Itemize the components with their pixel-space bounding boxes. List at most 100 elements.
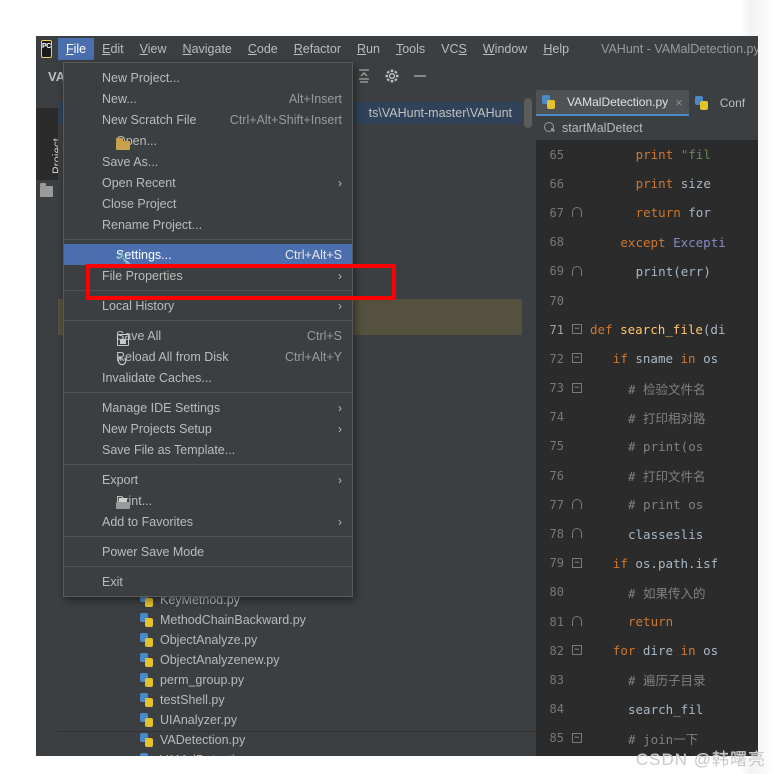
fold-gutter[interactable] [570,578,586,607]
fold-gutter[interactable] [570,169,586,198]
menu-item-print[interactable]: Print... [64,490,352,511]
code-line: 83 # 遍历子目录 [536,665,758,694]
menu-item-close-project[interactable]: Close Project [64,193,352,214]
fold-toggle-icon[interactable]: − [572,382,582,393]
pycharm-logo-icon: PC [41,40,52,58]
fold-gutter[interactable] [570,607,586,636]
menu-separator [64,464,352,465]
fold-gutter[interactable] [570,695,586,724]
fold-toggle-icon[interactable]: − [572,645,582,656]
menu-refactor[interactable]: Refactor [286,38,349,60]
menu-run[interactable]: Run [349,38,388,60]
fold-gutter[interactable] [570,461,586,490]
code-token: search_file [620,322,703,338]
list-item[interactable]: VADetection.py [58,730,536,750]
code-editor[interactable]: 65 print "fil 66 print size 67 return for 68 ex… [536,140,758,756]
menu-item-open[interactable]: Open... [64,130,352,151]
menu-item-manage-ide-settings[interactable]: Manage IDE Settings › [64,397,352,418]
menu-item-export[interactable]: Export › [64,469,352,490]
list-item[interactable]: VAMalDetection.py [58,750,536,756]
fold-gutter[interactable]: − [570,315,586,344]
collapse-all-icon[interactable] [356,68,372,84]
menu-item-new-scratch-file[interactable]: New Scratch File Ctrl+Alt+Shift+Insert [64,109,352,130]
fold-gutter[interactable] [570,519,586,548]
fold-gutter[interactable]: − [570,549,586,578]
code-token: print [635,176,681,192]
menu-item-new-projects-setup[interactable]: New Projects Setup › [64,418,352,439]
menu-item-reload-all-from-disk[interactable]: ↻ Reload All from Disk Ctrl+Alt+Y [64,346,352,368]
line-number: 70 [549,293,564,308]
fold-gutter[interactable]: − [570,636,586,665]
fold-gutter[interactable] [570,228,586,257]
file-name: MethodChainBackward.py [160,613,306,627]
menu-help[interactable]: Help [535,38,577,60]
menu-file[interactable]: File [57,38,95,60]
menu-item-new-project[interactable]: New Project... [64,67,352,88]
window-title: VAHunt - VAMalDetection.py [601,42,758,56]
list-item[interactable]: ObjectAnalyze.py [58,630,536,650]
fold-gutter[interactable]: − [570,344,586,373]
list-item[interactable]: perm_group.py [58,670,536,690]
menu-item-save-as[interactable]: Save As... [64,151,352,172]
code-token: # 遍历子目录 [628,673,706,689]
fold-gutter[interactable] [570,403,586,432]
menu-item-settings[interactable]: 🔧 Settings... Ctrl+Alt+S [64,244,352,267]
fold-gutter[interactable] [570,286,586,315]
menu-item-local-history[interactable]: Local History › [64,295,352,316]
menu-window[interactable]: Window [475,38,535,60]
list-item[interactable]: MethodChainBackward.py [58,610,536,630]
list-item[interactable]: testShell.py [58,690,536,710]
tab-conf[interactable]: Conf [689,90,751,116]
fold-gutter[interactable] [570,665,586,694]
code-token: # 如果传入的 [628,585,706,601]
menu-item-open-recent[interactable]: Open Recent › [64,172,352,193]
list-item[interactable]: ObjectAnalyzenew.py [58,650,536,670]
menu-item-rename-project[interactable]: Rename Project... [64,214,352,235]
menu-item-save-file-as-template[interactable]: Save File as Template... [64,439,352,460]
fold-end-marker[interactable] [572,528,582,539]
minimize-icon[interactable] [412,68,428,84]
menu-item-file-properties[interactable]: File Properties › [64,265,352,286]
fold-gutter[interactable] [570,140,586,169]
structure-folder-icon[interactable] [40,183,53,197]
code-line: 77 # print os [536,490,758,519]
line-number: 69 [549,264,564,279]
fold-gutter[interactable]: − [570,724,586,753]
fold-gutter[interactable] [570,753,586,756]
code-token: except [620,234,674,250]
fold-toggle-icon[interactable]: − [572,353,582,364]
breadcrumb-method[interactable]: startMalDetect [562,121,643,135]
fold-gutter[interactable] [570,432,586,461]
list-item[interactable]: UIAnalyzer.py [58,710,536,730]
menu-edit[interactable]: Edit [94,38,132,60]
fold-gutter[interactable] [570,257,586,286]
menu-tools[interactable]: Tools [388,38,433,60]
menu-navigate[interactable]: Navigate [175,38,240,60]
menu-code[interactable]: Code [240,38,286,60]
close-icon[interactable]: × [675,95,683,110]
menu-vcs[interactable]: VCS [433,38,475,60]
tab-vamaldetectionpy[interactable]: VAMalDetection.py × [536,90,689,116]
fold-gutter[interactable] [570,490,586,519]
menu-item-power-save-mode[interactable]: Power Save Mode [64,541,352,562]
menu-item-add-to-favorites[interactable]: Add to Favorites › [64,511,352,532]
menu-item-invalidate-caches[interactable]: Invalidate Caches... [64,367,352,388]
gear-icon[interactable] [384,68,400,84]
fold-gutter[interactable] [570,198,586,227]
menu-item-label: Local History [102,298,175,313]
menu-item-exit[interactable]: Exit [64,571,352,592]
menu-item-new[interactable]: New... Alt+Insert [64,88,352,109]
fold-toggle-icon[interactable]: − [572,324,582,335]
fold-toggle-icon[interactable]: − [572,557,582,568]
menu-view[interactable]: View [132,38,175,60]
sidebar-item-project[interactable]: Project [36,108,64,180]
fold-end-marker[interactable] [572,207,582,218]
fold-end-marker[interactable] [572,499,582,510]
menu-item-save-all[interactable]: Save All Ctrl+S [64,325,352,346]
fold-gutter[interactable]: − [570,374,586,403]
fold-toggle-icon[interactable]: − [572,732,582,743]
fold-end-marker[interactable] [572,265,582,276]
code-token: os.path.isf [635,555,719,571]
fold-end-marker[interactable] [572,616,582,626]
project-scrollbar[interactable] [524,98,532,128]
